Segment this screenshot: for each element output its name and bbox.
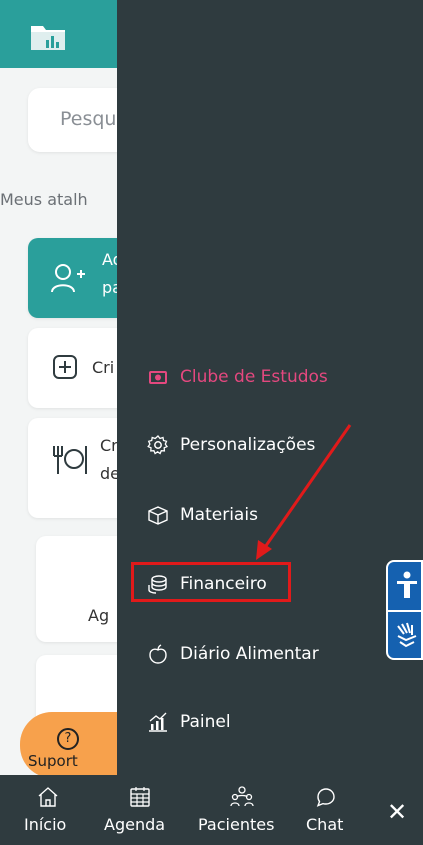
bottom-navigation: Início Agenda Pacientes Chat	[0, 775, 423, 845]
accessibility-person-icon	[397, 571, 417, 598]
close-icon[interactable]: ✕	[383, 798, 411, 826]
menu-item-label: Materiais	[180, 505, 258, 525]
menu-item-label: Personalizações	[180, 435, 316, 455]
divider	[388, 610, 423, 612]
menu-item-personalizacoes[interactable]: Personalizações	[146, 427, 315, 463]
search-placeholder: Pesqu	[60, 108, 117, 130]
nav-label: Início	[24, 815, 67, 834]
nav-label: Agenda	[104, 815, 166, 834]
camera-icon	[146, 365, 170, 389]
cutlery-plate-icon	[53, 446, 87, 474]
support-label: Suport	[28, 752, 78, 770]
calendar-icon	[130, 787, 150, 807]
shortcut-label: Ag	[88, 606, 110, 625]
question-icon: ?	[57, 728, 79, 750]
nav-label: Chat	[306, 815, 344, 834]
nav-label: Pacientes	[198, 815, 275, 834]
shortcut-label: Cr	[100, 436, 118, 455]
folder-chart-icon	[31, 26, 65, 50]
nav-inicio[interactable]: Início	[24, 775, 74, 845]
menu-item-label: Diário Alimentar	[180, 644, 319, 664]
menu-item-clube-de-estudos[interactable]: Clube de Estudos	[146, 359, 328, 395]
nav-agenda[interactable]: Agenda	[104, 775, 174, 845]
chat-icon	[316, 788, 335, 807]
people-icon	[230, 786, 254, 807]
sign-language-icon	[397, 622, 417, 648]
menu-item-materiais[interactable]: Materiais	[146, 497, 258, 533]
menu-item-label: Clube de Estudos	[180, 367, 328, 387]
chart-icon	[146, 710, 170, 734]
medical-plus-icon	[53, 355, 77, 379]
highlight-annotation-box	[131, 562, 291, 602]
add-user-icon	[51, 264, 85, 293]
menu-item-painel[interactable]: Painel	[146, 704, 231, 740]
shortcuts-heading: Meus atalh	[0, 190, 88, 209]
apple-icon	[146, 642, 170, 666]
menu-item-label: Painel	[180, 712, 231, 732]
gear-icon	[146, 433, 170, 457]
accessibility-widget[interactable]	[386, 560, 423, 660]
shortcut-label: Cri	[92, 358, 115, 377]
box-icon	[146, 503, 170, 527]
home-icon	[38, 787, 58, 807]
menu-item-diario-alimentar[interactable]: Diário Alimentar	[146, 636, 319, 672]
nav-pacientes[interactable]: Pacientes	[198, 775, 288, 845]
nav-chat[interactable]: Chat	[304, 775, 354, 845]
